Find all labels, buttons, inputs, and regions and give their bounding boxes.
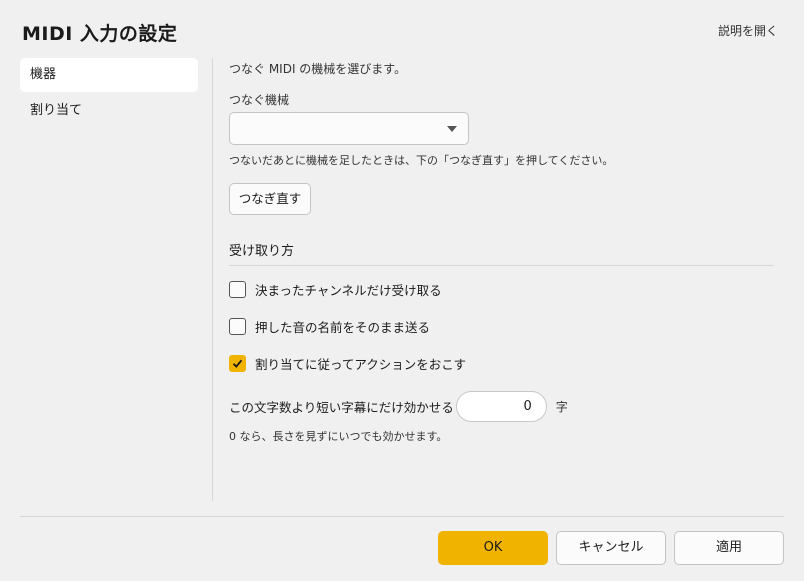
vertical-divider <box>212 58 213 501</box>
option-label: 押した音の名前をそのまま送る <box>255 319 431 335</box>
device-select-label: つなぐ機械 <box>229 93 290 107</box>
min-chars-label: この文字数より短い字幕にだけ効かせる <box>229 400 454 415</box>
checkbox[interactable] <box>229 317 246 335</box>
checkmark-icon <box>232 359 243 368</box>
checkbox[interactable] <box>229 280 246 298</box>
reconnect-button[interactable]: つなぎ直す <box>229 183 311 215</box>
sidebar-item-assignments[interactable]: 割り当て <box>20 94 198 128</box>
receive-section-title: 受け取り方 <box>229 240 774 266</box>
footer-divider <box>20 516 784 517</box>
chevron-down-icon <box>447 126 457 132</box>
sidebar-item-devices[interactable]: 機器 <box>20 58 198 92</box>
checkbox-checked[interactable] <box>229 354 246 372</box>
option-label: 決まったチャンネルだけ受け取る <box>255 282 442 298</box>
dialog-title: MIDI 入力の設定 <box>22 23 178 45</box>
min-chars-note: 0 なら、長さを見ずにいつでも効かせます。 <box>229 430 448 443</box>
device-hint: つないだあとに機械を足したときは、下の「つなぎ直す」を押してください。 <box>229 154 614 167</box>
settings-panel: つなぐ MIDI の機械を選びます。 つなぐ機械 つないだあとに機械を足したとき… <box>229 60 774 444</box>
device-select[interactable] <box>229 112 469 145</box>
option-label: 割り当てに従ってアクションをおこす <box>255 356 467 372</box>
min-chars-unit: 字 <box>555 400 568 414</box>
sidebar: 機器 割り当て <box>20 58 198 130</box>
device-description: つなぐ MIDI の機械を選びます。 <box>229 62 407 76</box>
min-chars-input[interactable]: 0 <box>455 391 547 422</box>
apply-button[interactable]: 適用 <box>674 531 784 565</box>
help-link[interactable]: 説明を開く <box>718 22 778 39</box>
option-channel-filter[interactable]: 決まったチャンネルだけ受け取る <box>229 279 774 299</box>
ok-button[interactable]: OK <box>438 531 548 565</box>
cancel-button[interactable]: キャンセル <box>556 531 666 565</box>
min-chars-row: この文字数より短い字幕にだけ効かせる 0 字 <box>229 391 774 422</box>
option-send-note-name[interactable]: 押した音の名前をそのまま送る <box>229 316 774 336</box>
option-trigger-actions[interactable]: 割り当てに従ってアクションをおこす <box>229 353 774 373</box>
